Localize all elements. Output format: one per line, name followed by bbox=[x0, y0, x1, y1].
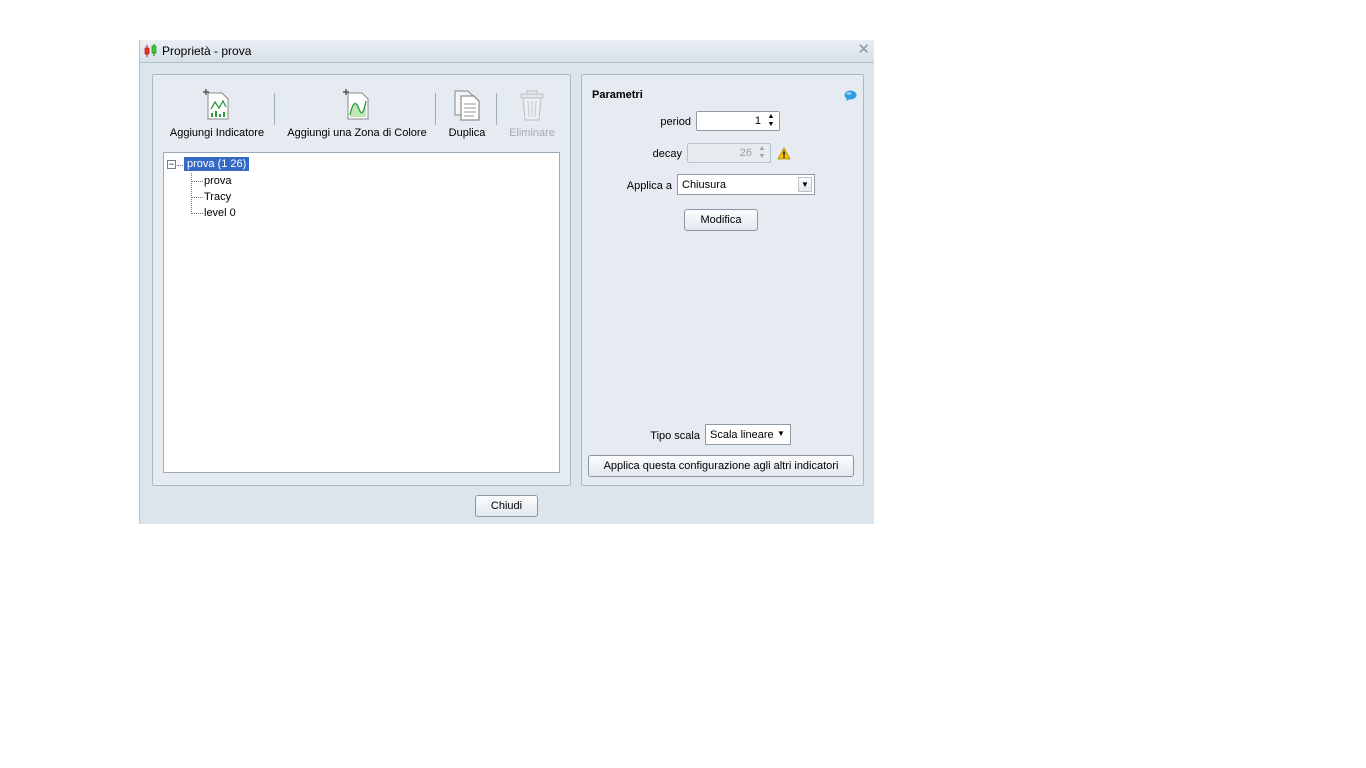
dropdown-arrow-icon[interactable]: ▼ bbox=[798, 177, 812, 192]
apply-to-label: Applica a bbox=[626, 180, 672, 192]
period-spinner[interactable]: 1 ▲ ▼ bbox=[696, 111, 780, 131]
collapse-toggle[interactable]: − bbox=[167, 160, 176, 169]
tree-child-item[interactable]: level 0 bbox=[204, 207, 236, 219]
candlestick-icon bbox=[144, 44, 157, 57]
period-label: period bbox=[660, 116, 691, 128]
duplicate-button[interactable]: Duplica bbox=[445, 89, 489, 139]
properties-dialog: Proprietà - prova ✕ Aggiungi Indicatore … bbox=[139, 40, 874, 524]
title-bar[interactable]: Proprietà - prova ✕ bbox=[140, 40, 874, 63]
trash-icon bbox=[520, 90, 544, 121]
tree-child-item[interactable]: prova bbox=[204, 175, 232, 187]
apply-to-all-button[interactable]: Applica questa configurazione agli altri… bbox=[588, 455, 854, 477]
add-indicator-label: Aggiungi Indicatore bbox=[169, 127, 265, 139]
scale-type-label: Tipo scala bbox=[650, 430, 700, 442]
scale-type-select[interactable]: Scala lineare ▼ bbox=[705, 424, 791, 445]
tree-connector bbox=[192, 213, 203, 214]
dropdown-arrow-icon[interactable]: ▼ bbox=[774, 427, 788, 442]
apply-to-value: Chiusura bbox=[682, 179, 727, 191]
decay-value: 26 bbox=[739, 147, 752, 159]
tree-connector bbox=[192, 181, 203, 182]
indicator-tree[interactable]: − prova (1 26) prova Tracy level 0 bbox=[163, 152, 560, 473]
tree-connector bbox=[192, 197, 203, 198]
parameters-title: Parametri bbox=[592, 89, 643, 101]
decay-label: decay bbox=[652, 148, 682, 160]
duplicate-icon bbox=[454, 90, 480, 121]
spinner-arrows-icon[interactable]: ▲ ▼ bbox=[756, 145, 768, 161]
add-color-zone-label: Aggiungi una Zona di Colore bbox=[287, 127, 427, 139]
add-indicator-button[interactable]: Aggiungi Indicatore bbox=[169, 89, 265, 139]
tree-connector bbox=[177, 165, 183, 166]
tree-connector bbox=[191, 173, 192, 214]
warning-icon bbox=[777, 147, 791, 160]
help-bubble-icon[interactable] bbox=[844, 90, 857, 101]
add-indicator-icon bbox=[203, 89, 229, 120]
delete-button[interactable]: Eliminare bbox=[507, 89, 557, 139]
window-title: Proprietà - prova bbox=[162, 44, 252, 58]
period-value: 1 bbox=[754, 115, 761, 127]
tree-child-item[interactable]: Tracy bbox=[204, 191, 231, 203]
close-button[interactable]: Chiudi bbox=[475, 495, 538, 517]
parameters-panel: Parametri period 1 ▲ ▼ decay 26 ▲ ▼ Applic… bbox=[581, 74, 864, 486]
indicator-panel: Aggiungi Indicatore Aggiungi una Zona di… bbox=[152, 74, 571, 486]
modify-button[interactable]: Modifica bbox=[684, 209, 758, 231]
add-color-zone-button[interactable]: Aggiungi una Zona di Colore bbox=[287, 89, 427, 139]
tree-root-item[interactable]: prova (1 26) bbox=[184, 157, 250, 171]
delete-label: Eliminare bbox=[509, 127, 555, 139]
scale-type-value: Scala lineare bbox=[710, 429, 774, 441]
spinner-arrows-icon[interactable]: ▲ ▼ bbox=[765, 113, 777, 129]
toolbar-separator bbox=[274, 93, 275, 125]
add-color-zone-icon bbox=[343, 89, 369, 120]
toolbar-separator bbox=[435, 93, 436, 125]
duplicate-label: Duplica bbox=[448, 127, 486, 139]
toolbar-separator bbox=[496, 93, 497, 125]
decay-spinner[interactable]: 26 ▲ ▼ bbox=[687, 143, 771, 163]
apply-to-select[interactable]: Chiusura ▼ bbox=[677, 174, 815, 195]
close-icon[interactable]: ✕ bbox=[857, 42, 870, 58]
